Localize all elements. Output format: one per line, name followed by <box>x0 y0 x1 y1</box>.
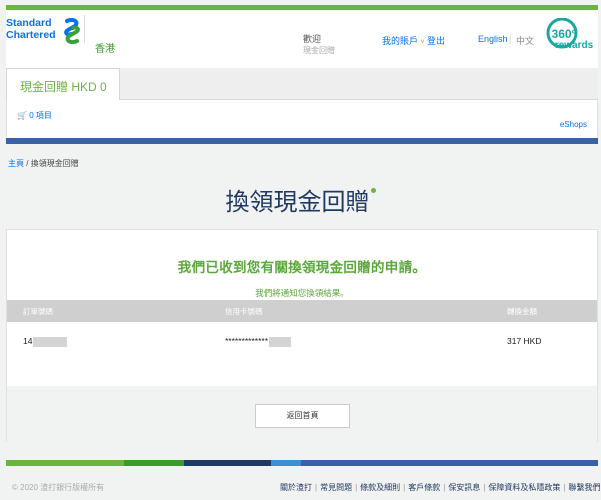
page-title: 換領現金回贈 <box>225 189 370 216</box>
rewards-word: rewards <box>555 40 594 51</box>
footer-bar-blue <box>301 460 598 466</box>
amount-value: 317 HKD <box>507 336 542 346</box>
logo-divider <box>84 15 85 43</box>
logo-line-2: Chartered <box>6 29 56 41</box>
logo-mark-icon <box>64 18 80 44</box>
footer-link-faq[interactable]: 常見問題 <box>320 483 352 492</box>
footer-bar-green <box>6 460 124 466</box>
welcome-sub: 現金回贈 <box>303 46 335 55</box>
footer-bar-darkgreen <box>124 460 184 466</box>
card-no-cell: ************* <box>225 336 292 347</box>
footer-link-privacy[interactable]: 保障資料及私隱政策 <box>488 483 560 492</box>
my-account-menu[interactable]: 我的賬戶 ˅ <box>382 34 425 47</box>
order-no-cell: 14 <box>23 336 68 347</box>
footer-bar-navy <box>184 460 271 466</box>
logout-link[interactable]: 登出 <box>427 34 445 47</box>
tab-cash-rebate[interactable]: 現金回贈 HKD 0 <box>6 68 120 100</box>
confirmation-card: 我們已收到您有關換領現金回贈的申請。 我們將通知您換領結果。 訂單號碼 信用卡號… <box>6 229 598 442</box>
card-actions: 返回首頁 <box>7 386 597 442</box>
logo-line-1: Standard <box>6 17 52 29</box>
rewards-number: 360° <box>552 27 577 41</box>
order-no-value: 14 <box>23 336 33 346</box>
tab-label: 現金回贈 HKD 0 <box>20 80 107 94</box>
tab-bar: 現金回贈 HKD 0 <box>6 68 598 100</box>
footer-link-contact[interactable]: 聯繫我們 <box>568 483 600 492</box>
footer-sep: | <box>563 483 566 492</box>
redacted-block <box>33 336 68 347</box>
card-no-value: ************* <box>225 336 269 346</box>
back-to-home-button[interactable]: 返回首頁 <box>255 404 350 428</box>
welcome-block: 歡迎 現金回贈 <box>303 33 335 57</box>
column-amount: 轉換金額 <box>507 307 537 316</box>
footer-color-bar <box>6 460 598 466</box>
footer-link-security[interactable]: 保安訊息 <box>448 483 480 492</box>
confirmation-message: 我們已收到您有關換領現金回贈的申請。 <box>177 260 427 275</box>
redacted-block <box>269 336 292 347</box>
eshops-link[interactable]: eShops <box>560 120 587 129</box>
footer-sep: | <box>315 483 318 492</box>
column-order-no: 訂單號碼 <box>23 307 53 316</box>
footer-links: 關於渣打 | 常見問題 | 條款及細則 | 客戶條款 | 保安訊息 | 保障資料及私隱政策 | 聯繫我們 <box>280 482 600 493</box>
table-header: 訂單號碼 信用卡號碼 轉換金額 <box>7 300 597 322</box>
copyright-text: © 2020 渣打銀行版權所有 <box>12 483 105 492</box>
lang-english-link[interactable]: English <box>478 34 508 44</box>
sub-bar: 🛒 0 項目 eShops <box>6 100 598 138</box>
page-title-wrap: 換領現金回贈 <box>0 182 601 217</box>
breadcrumb: 主頁 / 換領現金回贈 <box>8 158 79 169</box>
breadcrumb-separator: / <box>26 159 29 168</box>
footer-link-customer-terms[interactable]: 客戶條款 <box>408 483 440 492</box>
welcome-label: 歡迎 <box>303 34 322 44</box>
blue-divider-bar <box>6 138 598 144</box>
logo-wordmark: Standard Chartered <box>6 17 56 41</box>
footer-sep: | <box>483 483 486 492</box>
footer-sep: | <box>443 483 446 492</box>
footer-sep: | <box>403 483 406 492</box>
lang-divider: | <box>509 34 512 44</box>
title-dot-icon <box>370 188 376 193</box>
breadcrumb-current: 換領現金回贈 <box>30 159 79 168</box>
breadcrumb-home[interactable]: 主頁 <box>8 159 24 168</box>
region-label: 香港 <box>95 44 115 55</box>
footer-bar-lightblue <box>271 460 301 466</box>
chevron-down-icon: ˅ <box>420 39 425 46</box>
confirmation-sub: 我們將通知您換領結果。 <box>255 288 349 298</box>
my-account-label: 我的賬戶 <box>382 36 419 46</box>
table-row: 14 ************* 317 HKD <box>7 322 597 386</box>
footer-link-about[interactable]: 關於渣打 <box>280 483 312 492</box>
footer-sep: | <box>355 483 358 492</box>
cart-link[interactable]: 🛒 0 項目 <box>17 110 52 121</box>
cart-icon: 🛒 <box>17 111 27 120</box>
lang-chinese-link[interactable]: 中文 <box>516 34 534 47</box>
360-rewards-logo[interactable]: 360° rewards <box>543 18 598 52</box>
column-card-no: 信用卡號碼 <box>225 307 263 316</box>
footer-link-terms[interactable]: 條款及細則 <box>360 483 400 492</box>
cart-label: 0 項目 <box>29 111 52 120</box>
